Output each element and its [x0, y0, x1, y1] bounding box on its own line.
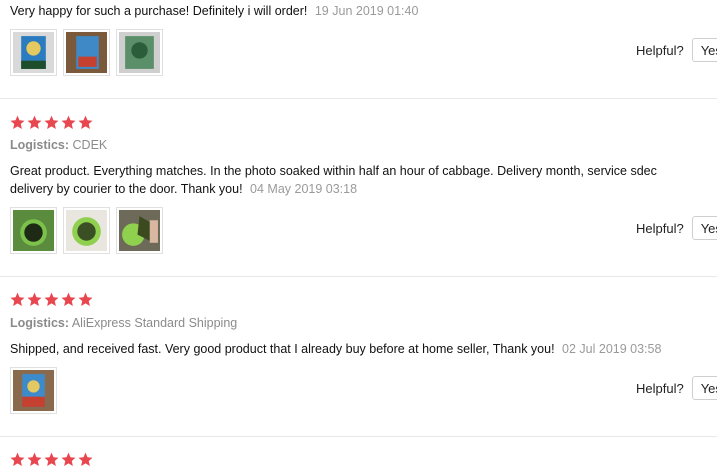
review-photo-thumb[interactable] [63, 207, 110, 254]
review-divider [0, 276, 717, 277]
helpful-label: Helpful? [636, 42, 684, 58]
review-photos [10, 207, 163, 254]
star-icon [44, 115, 59, 129]
star-icon [61, 452, 76, 466]
rating-stars [10, 292, 93, 310]
product-photo-icon [119, 32, 160, 73]
star-icon [61, 115, 76, 129]
review-photo-thumb[interactable] [10, 207, 57, 254]
review-text: delivery by courier to the door. Thank y… [10, 180, 357, 198]
star-icon [27, 292, 42, 306]
review-photo-thumb[interactable] [10, 29, 57, 76]
product-photo-icon [66, 210, 107, 251]
rating-stars [10, 115, 93, 133]
product-photo-icon [13, 370, 54, 411]
review-photo-thumb[interactable] [116, 29, 163, 76]
helpful-section: Helpful? Yes [636, 38, 717, 62]
star-icon [10, 452, 25, 466]
logistics-info: Logistics: CDEK [10, 138, 107, 152]
star-icon [44, 452, 59, 466]
review-body: Very happy for such a purchase! Definite… [10, 4, 308, 18]
helpful-label: Helpful? [636, 380, 684, 396]
logistics-info: Logistics: AliExpress Standard Shipping [10, 316, 237, 330]
product-photo-icon [13, 32, 54, 73]
star-icon [10, 292, 25, 306]
review-date: 02 Jul 2019 03:58 [562, 342, 662, 356]
helpful-yes-button[interactable]: Yes [691, 38, 717, 62]
star-icon [78, 292, 93, 306]
review-text: Great product. Everything matches. In th… [10, 162, 657, 180]
product-photo-icon [13, 210, 54, 251]
logistics-value: CDEK [72, 138, 108, 152]
logistics-value: AliExpress Standard Shipping [71, 316, 238, 330]
logistics-label: Logistics: [10, 138, 70, 152]
review-date: 04 May 2019 03:18 [250, 182, 358, 196]
helpful-section: Helpful? Yes [636, 376, 717, 400]
rating-stars [10, 452, 93, 470]
review-body: delivery by courier to the door. Thank y… [10, 182, 243, 196]
star-icon [78, 115, 93, 129]
helpful-label: Helpful? [636, 220, 684, 236]
star-icon [61, 292, 76, 306]
helpful-yes-button[interactable]: Yes [691, 376, 717, 400]
review-divider [0, 436, 717, 437]
helpful-yes-button[interactable]: Yes [691, 216, 717, 240]
product-photo-icon [66, 32, 107, 73]
review-date: 19 Jun 2019 01:40 [314, 4, 419, 18]
review-photos [10, 367, 57, 414]
review-text: Very happy for such a purchase! Definite… [10, 2, 418, 20]
star-icon [44, 292, 59, 306]
helpful-section: Helpful? Yes [636, 216, 717, 240]
logistics-label: Logistics: [10, 316, 70, 330]
review-divider [0, 98, 717, 99]
review-photos [10, 29, 163, 76]
star-icon [27, 115, 42, 129]
review-photo-thumb[interactable] [10, 367, 57, 414]
review-body: Great product. Everything matches. In th… [10, 164, 657, 178]
review-photo-thumb[interactable] [116, 207, 163, 254]
star-icon [10, 115, 25, 129]
review-text: Shipped, and received fast. Very good pr… [10, 340, 661, 358]
star-icon [27, 452, 42, 466]
review-body: Shipped, and received fast. Very good pr… [10, 342, 555, 356]
review-photo-thumb[interactable] [63, 29, 110, 76]
star-icon [78, 452, 93, 466]
product-photo-icon [119, 210, 160, 251]
